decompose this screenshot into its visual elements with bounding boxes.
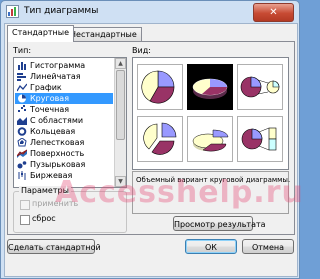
set-default-button[interactable]: Сделать стандартной (7, 239, 101, 254)
bar-of-pie-subtype-icon (241, 127, 277, 151)
subtype-pie-of-pie[interactable] (237, 64, 283, 110)
list-item-label: Пузырьковая (30, 160, 86, 169)
column-chart-icon (18, 62, 26, 70)
list-item[interactable]: График (15, 82, 113, 93)
line-chart-icon (17, 83, 27, 92)
pie-subtype-icon (141, 70, 175, 104)
chart-subtype-gallery[interactable] (132, 57, 289, 170)
subtype-3d-pie-selected[interactable] (187, 64, 233, 110)
list-item-label: Линейчатая (30, 72, 81, 81)
list-item[interactable]: Точечная (15, 104, 113, 115)
tab-custom[interactable]: Нестандартные (65, 27, 142, 41)
list-item[interactable]: Поверхность (15, 148, 113, 159)
surface-chart-icon (17, 149, 27, 158)
list-item-label: С областями (30, 116, 84, 125)
list-item-label: Точечная (30, 105, 70, 114)
exploded-3d-pie-subtype-icon (192, 129, 229, 152)
chart-type-dialog: Тип диаграммы ✕ Стандартные Нестандартны… (0, 0, 303, 279)
subtype-pie[interactable] (137, 64, 183, 110)
area-chart-icon (17, 117, 27, 125)
list-item[interactable]: Пузырьковая (15, 159, 113, 170)
watermark-text: Accesshelp.ru (55, 175, 304, 210)
ok-button[interactable]: ОК (185, 239, 237, 254)
bar-chart-icon (17, 73, 26, 81)
list-scrollbar[interactable]: ▲ ▼ (114, 58, 126, 187)
pie-of-pie-subtype-icon (240, 76, 280, 98)
scatter-chart-icon (18, 105, 26, 112)
list-item[interactable]: Кольцевая (15, 126, 113, 137)
scroll-up-icon[interactable]: ▲ (115, 58, 126, 69)
doughnut-chart-icon (17, 127, 27, 136)
list-item-label: Лепестковая (30, 138, 85, 147)
list-item-label: Круговая (30, 94, 70, 103)
reset-checkbox[interactable] (20, 215, 30, 225)
chart-app-icon (6, 5, 19, 18)
subtype-exploded-pie[interactable] (137, 116, 183, 162)
dialog-client: Стандартные Нестандартные Тип: Вид: Гист… (4, 23, 298, 277)
cancel-button[interactable]: Отмена (242, 239, 294, 254)
reset-label: сброс (32, 214, 56, 223)
tab-standard[interactable]: Стандартные (7, 25, 75, 42)
list-item-label: Кольцевая (30, 127, 76, 136)
list-item-selected[interactable]: Круговая (15, 93, 113, 104)
list-item-label: Гистограмма (30, 61, 86, 70)
subtype-bar-of-pie[interactable] (237, 116, 283, 162)
scroll-thumb[interactable] (116, 70, 125, 140)
type-label: Тип: (13, 46, 32, 55)
view-label: Вид: (132, 46, 151, 55)
dialog-title: Тип диаграммы (24, 6, 99, 16)
list-item[interactable]: Линейчатая (15, 71, 113, 82)
close-button[interactable]: ✕ (253, 3, 294, 22)
title-bar[interactable]: Тип диаграммы ✕ (1, 1, 299, 23)
exploded-pie-subtype-icon (143, 122, 177, 155)
preview-button[interactable]: Просмотр результата (173, 216, 266, 231)
stock-chart-icon (18, 171, 26, 180)
apply-checkbox[interactable] (20, 200, 30, 210)
pie-3d-subtype-icon (192, 78, 228, 99)
chart-type-list[interactable]: Гистограмма Линейчатая График Круговая Т… (13, 57, 127, 188)
list-item[interactable]: С областями (15, 115, 113, 126)
list-item-label: Поверхность (30, 149, 85, 158)
list-item-label: График (30, 83, 62, 92)
radar-chart-icon (17, 138, 27, 147)
pie-chart-icon (18, 94, 26, 103)
list-item[interactable]: Лепестковая (15, 137, 113, 148)
list-item[interactable]: Гистограмма (15, 60, 113, 71)
bubble-chart-icon (17, 161, 27, 169)
close-icon: ✕ (269, 7, 278, 18)
subtype-exploded-3d-pie[interactable] (187, 116, 233, 162)
